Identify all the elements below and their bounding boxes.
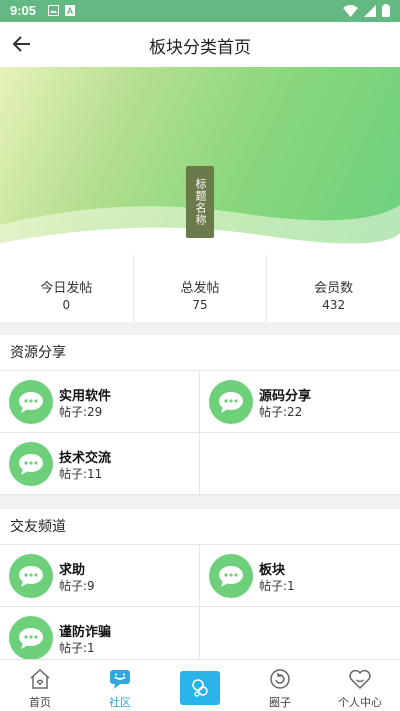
image-notification-icon (48, 5, 59, 16)
battery-icon (382, 4, 390, 17)
stat-value: 75 (192, 298, 208, 312)
svg-text:A: A (67, 6, 74, 16)
text-notification-icon: A (65, 5, 75, 16)
section-title: 资源分享 (0, 335, 400, 371)
stat-value: 0 (62, 298, 71, 312)
tab-circle[interactable]: 圈子 (240, 660, 320, 711)
board-item[interactable]: 技术交流 帖子:11 (0, 433, 200, 495)
chat-bubble-icon (9, 616, 53, 660)
app-bar: 板块分类首页 (0, 22, 400, 67)
signal-icon (364, 4, 376, 17)
tab-home[interactable]: 首页 (0, 660, 80, 711)
page-title: 板块分类首页 (149, 38, 251, 58)
tab-label: 社区 (109, 696, 131, 709)
board-name: 技术交流 (59, 451, 112, 466)
system-icons (343, 4, 390, 17)
section-title: 交友频道 (0, 509, 400, 545)
board-post-count: 帖子:22 (259, 405, 303, 419)
section-friends-channel: 交友频道 求助 帖子:9 板块 帖子:1 谨防诈骗 帖子:1 (0, 509, 400, 669)
chat-bubble-icon (209, 554, 253, 598)
banner: 标题名称 (0, 67, 400, 255)
stat-value: 432 (322, 298, 346, 312)
board-name: 源码分享 (259, 389, 312, 404)
status-bar: 9:05 A (0, 0, 400, 22)
stat-label: 总发帖 (180, 281, 220, 296)
home-icon (30, 668, 50, 689)
stat-total-posts: 总发帖 75 (134, 255, 268, 322)
refresh-circle-icon (270, 669, 290, 689)
board-post-count: 帖子:29 (59, 405, 103, 419)
board-name: 求助 (59, 563, 86, 578)
chat-bubble-icon (9, 380, 53, 424)
board-name: 谨防诈骗 (59, 625, 112, 640)
board-post-count: 帖子:1 (259, 579, 295, 593)
board-name: 实用软件 (59, 389, 112, 404)
stat-today-posts: 今日发帖 0 (0, 255, 134, 322)
stat-label: 会员数 (314, 281, 354, 296)
stat-label: 今日发帖 (40, 281, 93, 296)
board-item[interactable]: 实用软件 帖子:29 (0, 371, 200, 433)
tab-label: 首页 (29, 696, 51, 709)
chat-bubble-icon (209, 380, 253, 424)
tab-center-publish[interactable] (160, 660, 240, 711)
chat-icon (110, 670, 130, 689)
board-post-count: 帖子:1 (59, 641, 95, 655)
notification-icons: A (48, 5, 75, 16)
wifi-icon (343, 4, 358, 17)
bottom-tab-bar: 首页 社区 圈子 个人中心 (0, 659, 400, 711)
center-publish-icon (192, 679, 208, 697)
board-item[interactable]: 源码分享 帖子:22 (200, 371, 400, 433)
section-resource-share: 资源分享 实用软件 帖子:29 源码分享 帖子:22 技术交流 帖子:11 (0, 335, 400, 495)
heart-face-icon (349, 669, 371, 690)
stats-bar: 今日发帖 0 总发帖 75 会员数 432 (0, 255, 400, 322)
tab-community[interactable]: 社区 (80, 660, 160, 711)
tab-profile[interactable]: 个人中心 (320, 660, 400, 711)
tab-label: 个人中心 (338, 696, 382, 709)
tab-label: 圈子 (269, 696, 291, 709)
center-publish-button[interactable] (180, 671, 220, 705)
chat-bubble-icon (9, 554, 53, 598)
board-post-count: 帖子:11 (59, 467, 103, 481)
stat-members: 会员数 432 (267, 255, 400, 322)
status-time: 9:05 (10, 3, 37, 18)
board-name: 板块 (259, 563, 286, 578)
board-item[interactable]: 板块 帖子:1 (200, 545, 400, 607)
board-item[interactable]: 求助 帖子:9 (0, 545, 200, 607)
board-post-count: 帖子:9 (59, 579, 95, 593)
board-item-empty (200, 433, 400, 495)
banner-title-tag: 标题名称 (186, 166, 214, 238)
chat-bubble-icon (9, 442, 53, 486)
